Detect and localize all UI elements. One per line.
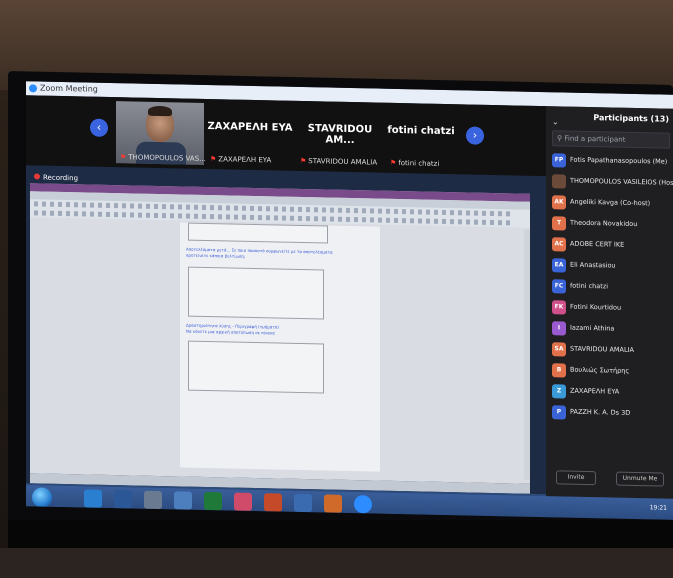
participant-name: Theodora Novakidou: [570, 218, 638, 229]
participant-row[interactable]: FK Fotini Kourtidou: [550, 297, 673, 321]
powerpoint-icon[interactable]: [264, 493, 282, 512]
app-icon[interactable]: [324, 494, 342, 513]
participants-footer: Invite Unmute Me: [546, 468, 673, 489]
avatar: AC: [552, 237, 566, 252]
prev-page-button[interactable]: ‹: [90, 118, 108, 137]
participant-name: ADOBE CERT IKE: [570, 239, 625, 249]
folder-icon[interactable]: [144, 490, 162, 510]
participant-name: Fotis Papathanasopoulos (Me): [570, 155, 668, 166]
mic-muted-icon: ⚑: [390, 158, 397, 167]
participant-row[interactable]: AK Angeliki Kavga (Co-host): [550, 192, 673, 216]
word-icon[interactable]: [114, 490, 132, 509]
document-page[interactable]: Αποτελέσματα μετά... Σε ποιο ποσοστό συμ…: [180, 222, 380, 472]
avatar: Z: [552, 384, 566, 399]
avatar: T: [552, 216, 566, 231]
participant-name: THOMOPOULOS VASILEIOS (Host): [570, 176, 673, 187]
shared-document-window: Αποτελέσματα μετά... Σε ποιο ποσοστό συμ…: [30, 183, 530, 484]
mic-muted-icon: ⚑: [120, 153, 127, 162]
record-dot-icon: [34, 173, 40, 180]
zoom-app-icon: [29, 84, 37, 93]
app-icon[interactable]: [174, 491, 192, 510]
participant-row[interactable]: T Theodora Novakidou: [550, 213, 673, 237]
participant-row[interactable]: Z ZAXAPEΛH EYA: [550, 381, 673, 405]
monitor-bottom-bezel: [8, 520, 673, 550]
participant-row[interactable]: SA STAVRIDOU AMALIA: [550, 339, 673, 363]
recording-indicator: Recording: [34, 173, 78, 182]
participant-row[interactable]: I Iazami Athina: [550, 318, 673, 342]
mic-muted-icon: ⚑: [300, 156, 307, 166]
answer-box[interactable]: [188, 266, 324, 320]
participant-list: FP Fotis Papathanasopoulos (Me) THOMOPOU…: [550, 150, 673, 426]
participant-name: Fotini Kourtidou: [570, 302, 622, 312]
participant-name: Βουλιώς Σωτήρης: [570, 365, 630, 375]
participant-name: STAVRIDOU AMALIA: [570, 344, 634, 354]
avatar: FP: [552, 153, 566, 168]
answer-box[interactable]: [188, 222, 328, 244]
video-gallery-strip: ‹ ⚑ THOMOPOULOS VAS... ZAXAPEΛH EYA ⚑ ZAXA…: [26, 95, 546, 177]
window-title: Zoom Meeting: [40, 83, 98, 94]
tile-name-label: ⚑ ZAXAPEΛH EYA: [210, 155, 272, 165]
participant-name: Iazami Athina: [570, 323, 615, 333]
app-icon[interactable]: [234, 492, 252, 511]
tile-name-big: fotini chatzi: [387, 124, 455, 138]
avatar: AK: [552, 195, 566, 210]
doc-text-line: Να κάνετε μια αρχική αποτύπωση σε πίνακα: [186, 328, 275, 336]
monitor-screen: Zoom Meeting ‹ ⚑ THOMOPOULOS VAS... ZAXAP…: [26, 81, 673, 520]
start-button[interactable]: [32, 487, 52, 508]
participant-name: Eli Anastasiou: [570, 260, 616, 270]
vertical-scrollbar[interactable]: [524, 229, 530, 480]
tile-name-big: STAVRIDOU AM...: [307, 123, 373, 147]
participant-row[interactable]: FP Fotis Papathanasopoulos (Me): [550, 150, 673, 174]
tile-name-big: ZAXAPEΛH EYA: [207, 121, 293, 134]
app-icon[interactable]: [294, 493, 312, 513]
avatar: FC: [552, 279, 566, 294]
participant-name: PAZZH K. A. Ds 3D: [570, 407, 631, 417]
participant-search-input[interactable]: ⚲ Find a participant: [552, 130, 670, 149]
participant-name: fotini chatzi: [570, 281, 609, 291]
zoom-taskbar-icon[interactable]: [354, 495, 372, 514]
avatar: EA: [552, 258, 566, 273]
desk-surface: [0, 548, 673, 578]
doc-text-line: προτείνετε κάποια βελτίωση;: [186, 252, 246, 259]
participant-row[interactable]: P PAZZH K. A. Ds 3D: [550, 402, 673, 426]
participant-name: ZAXAPEΛH EYA: [570, 386, 620, 396]
tile-name-label: ⚑ fotini chatzi: [390, 158, 440, 168]
invite-button[interactable]: Invite: [556, 470, 596, 486]
participants-panel: ⌄ Participants (13) ⚲ Find a participant…: [546, 106, 673, 499]
avatar: I: [552, 321, 566, 336]
video-tile-zaxapelh[interactable]: ZAXAPEΛH EYA ⚑ ZAXAPEΛH EYA: [206, 103, 294, 167]
avatar: FK: [552, 300, 566, 315]
video-tile-stavridou[interactable]: STAVRIDOU AM... ⚑ STAVRIDOU AMALIA: [296, 105, 384, 169]
internet-explorer-icon[interactable]: [84, 489, 102, 508]
next-page-button[interactable]: ›: [466, 126, 484, 145]
tile-name-label: ⚑ THOMOPOULOS VAS...: [120, 153, 206, 163]
system-clock: 19:21: [649, 504, 667, 512]
participants-header: ⌄ Participants (13): [546, 106, 673, 131]
participant-row[interactable]: EA Eli Anastasiou: [550, 255, 673, 279]
participant-row[interactable]: FC fotini chatzi: [550, 276, 673, 300]
person-hair: [148, 105, 172, 117]
participant-name: Angeliki Kavga (Co-host): [570, 197, 651, 208]
avatar: [552, 174, 566, 189]
participant-row[interactable]: B Βουλιώς Σωτήρης: [550, 360, 673, 384]
mic-muted-icon: ⚑: [210, 155, 217, 164]
avatar: SA: [552, 342, 566, 357]
answer-box[interactable]: [188, 340, 324, 394]
avatar: P: [552, 405, 566, 420]
participant-row[interactable]: THOMOPOULOS VASILEIOS (Host): [550, 171, 673, 195]
video-tile-thomopoulos[interactable]: ⚑ THOMOPOULOS VAS...: [116, 101, 206, 165]
unmute-me-button[interactable]: Unmute Me: [616, 471, 664, 487]
tile-name-label: ⚑ STAVRIDOU AMALIA: [300, 156, 378, 167]
video-tile-fotini[interactable]: fotini chatzi ⚑ fotini chatzi: [386, 107, 456, 170]
avatar: B: [552, 363, 566, 378]
participant-row[interactable]: AC ADOBE CERT IKE: [550, 234, 673, 258]
excel-icon[interactable]: [204, 491, 222, 511]
